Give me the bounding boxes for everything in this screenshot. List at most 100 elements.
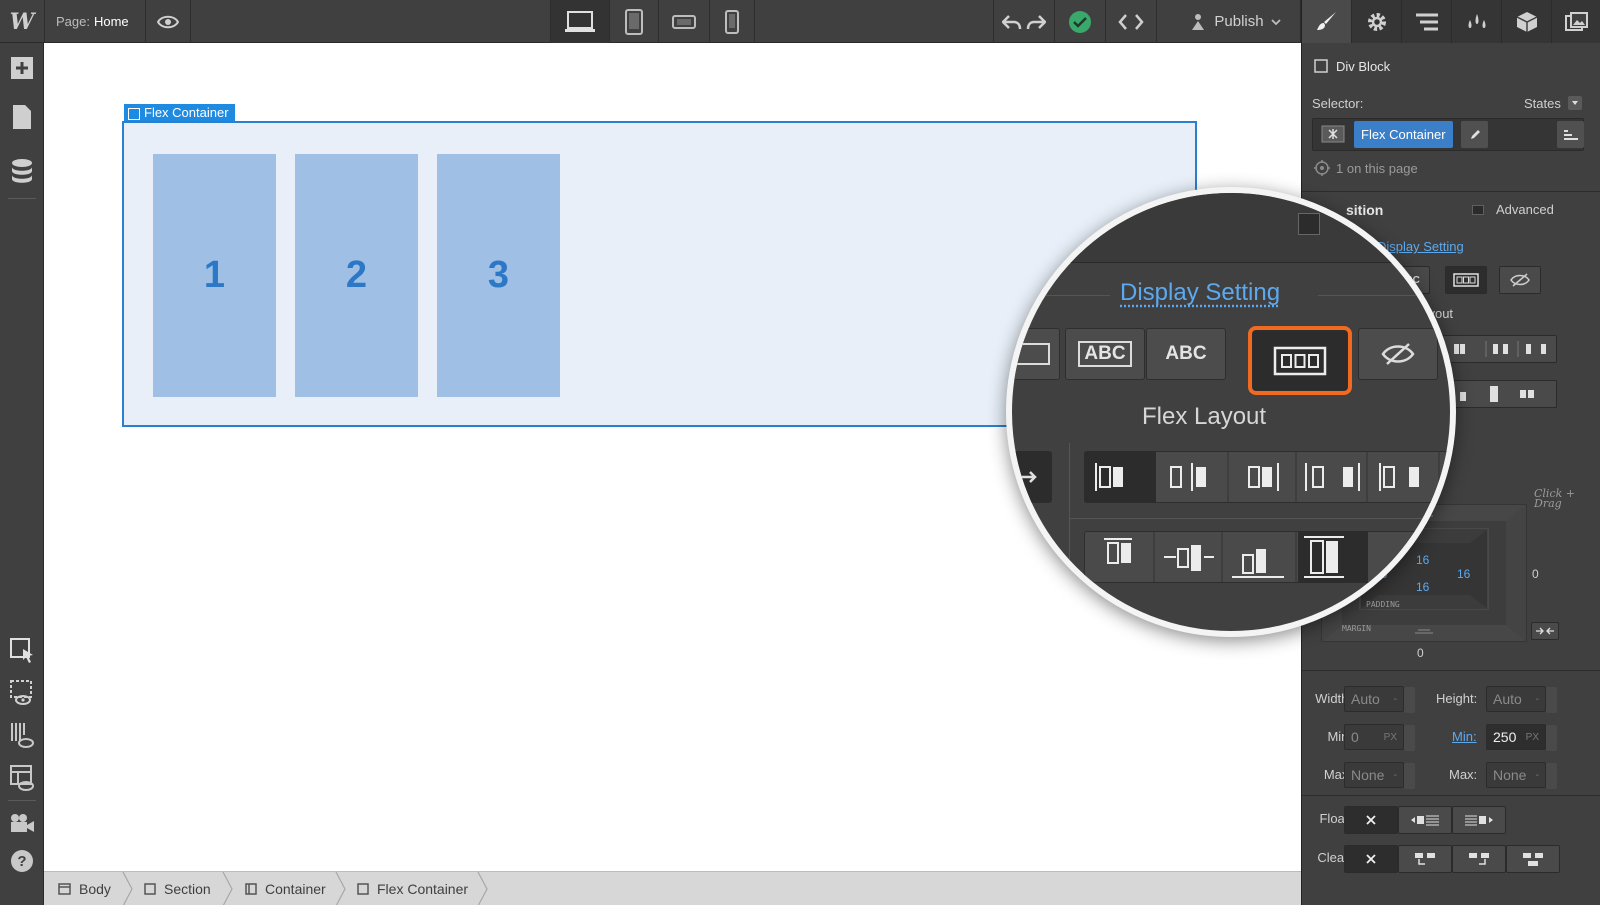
preview-selection-icon[interactable] bbox=[6, 676, 38, 708]
width-value: Auto bbox=[1351, 691, 1380, 707]
webflow-designer: W Page: Home Publish ? Flex Container 1 … bbox=[0, 0, 1600, 905]
breadcrumb-label: Flex Container bbox=[377, 881, 468, 897]
selected-element-tag[interactable]: Flex Container bbox=[124, 104, 235, 122]
height-input[interactable]: Auto - bbox=[1486, 686, 1546, 712]
advanced-label: Advanced bbox=[1496, 202, 1554, 217]
lens-display-inline-block-button: ABC bbox=[1065, 328, 1145, 380]
on-page-count: 1 on this page bbox=[1336, 161, 1418, 176]
top-toolbar: W Page: Home Publish bbox=[0, 0, 1300, 43]
global-selector-icon bbox=[1321, 125, 1345, 143]
assets-images-icon[interactable] bbox=[1552, 0, 1600, 43]
selector-section: Div Block Selector: States Flex Containe… bbox=[1302, 43, 1600, 192]
max-height-input[interactable]: None - bbox=[1486, 762, 1546, 788]
select-element-icon[interactable] bbox=[6, 634, 38, 666]
min-height-input[interactable]: 250 PX bbox=[1486, 724, 1546, 750]
min-height-value: 250 bbox=[1493, 729, 1516, 745]
preview-eye-icon[interactable] bbox=[146, 0, 190, 43]
min-width-unit: PX bbox=[1384, 732, 1397, 743]
edit-class-icon[interactable] bbox=[1461, 121, 1488, 148]
breadcrumb-section[interactable]: Section bbox=[144, 872, 211, 905]
mobile-portrait-icon[interactable] bbox=[710, 0, 754, 43]
clear-left-icon[interactable] bbox=[1398, 845, 1452, 873]
xray-layout-icon[interactable] bbox=[6, 762, 38, 794]
justify-buttons[interactable] bbox=[1442, 335, 1557, 363]
panel-tabs bbox=[1302, 0, 1600, 43]
symbols-cube-icon[interactable] bbox=[1502, 0, 1552, 43]
display-flex-button[interactable] bbox=[1445, 266, 1487, 294]
add-element-icon[interactable] bbox=[6, 52, 38, 84]
states-dropdown[interactable]: States bbox=[1524, 96, 1561, 111]
breadcrumb-label: Body bbox=[79, 881, 111, 897]
swatches-drops-icon[interactable] bbox=[1452, 0, 1502, 43]
height-value: Auto bbox=[1493, 691, 1522, 707]
max-width-unit: - bbox=[1394, 770, 1397, 781]
width-input[interactable]: Auto - bbox=[1344, 686, 1404, 712]
page-selector[interactable]: Page: Home bbox=[56, 0, 129, 43]
breadcrumb-container[interactable]: Container bbox=[245, 872, 326, 905]
height-unit: - bbox=[1536, 694, 1539, 705]
show-grid-icon[interactable] bbox=[6, 719, 38, 751]
undo-redo[interactable] bbox=[994, 0, 1054, 43]
max-height-value: None bbox=[1493, 767, 1526, 783]
zoom-magnifier: Display Setting ABC ABC Flex Layout bbox=[1006, 187, 1456, 637]
check-status-icon[interactable] bbox=[1055, 0, 1105, 43]
advanced-toggle[interactable] bbox=[1472, 205, 1484, 215]
selector-class-chip[interactable]: Flex Container bbox=[1354, 121, 1453, 148]
max-width-value: None bbox=[1351, 767, 1384, 783]
breadcrumb-label: Container bbox=[265, 881, 326, 897]
body-icon bbox=[58, 883, 71, 895]
clear-right-icon[interactable] bbox=[1452, 845, 1506, 873]
padding-right-value[interactable]: 16 bbox=[1457, 567, 1470, 581]
cms-database-icon[interactable] bbox=[6, 155, 38, 187]
spacing-expand-icon[interactable] bbox=[1531, 622, 1559, 640]
float-right-icon[interactable] bbox=[1452, 806, 1506, 834]
lens-justify-icons bbox=[1084, 451, 1456, 503]
selector-menu-icon[interactable] bbox=[1557, 121, 1584, 148]
flex-child-1[interactable]: 1 bbox=[153, 154, 276, 397]
clear-both-icon[interactable] bbox=[1506, 845, 1560, 873]
pages-icon[interactable] bbox=[6, 101, 38, 133]
min-width-input[interactable]: 0 PX bbox=[1344, 724, 1404, 750]
selector-label: Selector: bbox=[1312, 96, 1363, 111]
publish-button[interactable]: Publish bbox=[1180, 0, 1290, 43]
flex-child-3[interactable]: 3 bbox=[437, 154, 560, 397]
desktop-view-icon[interactable] bbox=[551, 0, 609, 43]
chevron-down-icon bbox=[1271, 18, 1281, 26]
settings-gear-icon[interactable] bbox=[1352, 0, 1402, 43]
undo-icon bbox=[1002, 14, 1022, 30]
breadcrumb-flex-container[interactable]: Flex Container bbox=[357, 872, 468, 905]
min-width-value: 0 bbox=[1351, 729, 1359, 745]
max-height-unit: - bbox=[1536, 770, 1539, 781]
margin-bottom-value[interactable]: 0 bbox=[1417, 646, 1424, 660]
width-unit: - bbox=[1394, 694, 1397, 705]
clear-none-icon[interactable] bbox=[1344, 845, 1398, 873]
align-buttons[interactable] bbox=[1442, 380, 1557, 408]
section-icon bbox=[144, 883, 156, 895]
div-block-icon bbox=[357, 883, 369, 895]
help-icon[interactable]: ? bbox=[6, 845, 38, 877]
style-brush-icon[interactable] bbox=[1302, 0, 1352, 43]
float-none-icon[interactable] bbox=[1344, 806, 1398, 834]
min-height-label[interactable]: Min: bbox=[1452, 729, 1477, 744]
min-height-unit: PX bbox=[1526, 732, 1539, 743]
navigator-icon[interactable] bbox=[1402, 0, 1452, 43]
margin-right-value[interactable]: 0 bbox=[1532, 567, 1539, 581]
display-none-icon[interactable] bbox=[1499, 266, 1541, 294]
mobile-landscape-icon[interactable] bbox=[659, 0, 709, 43]
max-height-label: Max: bbox=[1449, 767, 1477, 782]
left-toolbar: ? bbox=[0, 43, 44, 905]
webflow-logo[interactable]: W bbox=[0, 0, 44, 43]
float-left-icon[interactable] bbox=[1398, 806, 1452, 834]
breadcrumb-body[interactable]: Body bbox=[58, 872, 111, 905]
flex-child-2[interactable]: 2 bbox=[295, 154, 418, 397]
tablet-view-icon[interactable] bbox=[610, 0, 658, 43]
publish-person-icon bbox=[1189, 13, 1207, 31]
target-icon bbox=[1314, 160, 1330, 176]
code-icon[interactable] bbox=[1106, 0, 1156, 43]
max-width-input[interactable]: None - bbox=[1344, 762, 1404, 788]
breadcrumb: Body Section Container Flex Container bbox=[44, 871, 1301, 905]
video-tutorials-icon[interactable] bbox=[6, 807, 38, 839]
lens-display-block-button bbox=[1006, 328, 1060, 380]
page-prefix: Page: bbox=[56, 14, 90, 29]
container-icon bbox=[245, 883, 257, 895]
